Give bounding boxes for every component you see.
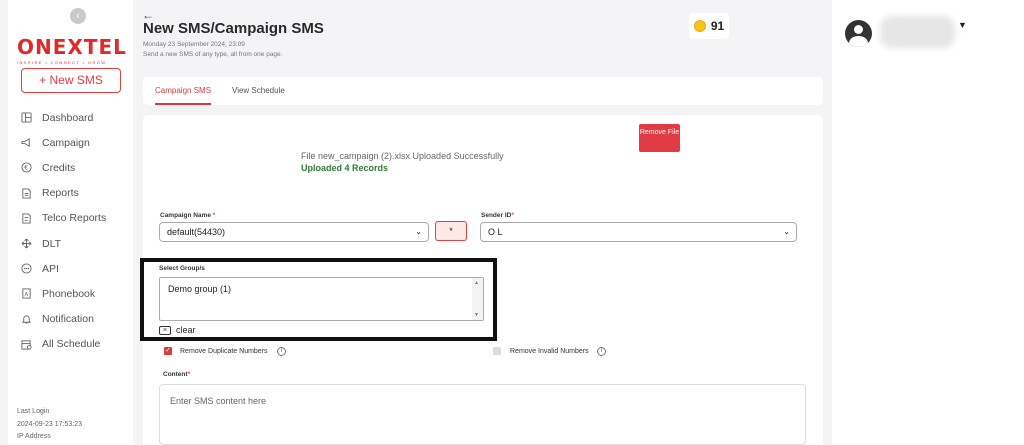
required-marker: * (187, 371, 191, 378)
collapse-sidebar-icon[interactable]: ‹ (70, 8, 86, 24)
remove-invalid-checkbox[interactable] (493, 347, 501, 355)
sidebar-item-label: Telco Reports (42, 212, 107, 225)
page-subtitle: Send a new SMS of any type, all from one… (143, 51, 283, 58)
reports-icon (20, 187, 32, 199)
megaphone-icon (20, 137, 32, 149)
svg-text:A: A (24, 292, 28, 298)
avatar-head-shape (854, 25, 863, 34)
avatar-body-shape (849, 36, 868, 47)
info-icon[interactable]: i (597, 347, 606, 356)
sidebar-item-label: Credits (42, 161, 76, 174)
sidebar-item-label: Phonebook (42, 287, 96, 300)
chevron-down-icon: ⌄ (415, 227, 422, 236)
sidebar: ‹ ONEXTEL INSPIRE • CONNECT • GROW + New… (8, 0, 133, 445)
credit-balance-badge[interactable]: 91 (689, 13, 729, 39)
sidebar-item-campaign[interactable]: Campaign (20, 130, 106, 155)
last-login-info: Last Login 2024-09-23 17:53:23 IP Addres… (17, 406, 82, 444)
sidebar-item-label: Dashboard (42, 111, 94, 124)
user-menu-chevron-icon[interactable]: ▼ (958, 20, 967, 30)
brand-name: ONEXTEL (17, 35, 127, 59)
sidebar-item-all-schedule[interactable]: All Schedule (20, 332, 106, 357)
page-date: Monday 23 September 2024, 23:09 (143, 41, 245, 48)
campaign-name-star-button[interactable]: * (435, 221, 467, 241)
sidebar-item-label: Reports (42, 187, 79, 200)
avatar[interactable] (845, 20, 872, 47)
tab-campaign-sms[interactable]: Campaign SMS (155, 77, 212, 105)
remove-file-button[interactable]: Remove File (639, 124, 680, 152)
sender-id-label-text: Sender ID (481, 212, 512, 219)
info-icon[interactable]: i (277, 347, 286, 356)
last-login-value: 2024-09-23 17:53:23 (17, 420, 82, 428)
sidebar-item-dlt[interactable]: DLT (20, 231, 106, 256)
new-sms-button[interactable]: + New SMS (21, 68, 121, 93)
tab-bar: Campaign SMS View Schedule (143, 77, 823, 105)
sidebar-item-label: All Schedule (42, 338, 101, 351)
brand-tagline: INSPIRE • CONNECT • GROW (17, 60, 107, 65)
uploaded-records-count: Uploaded 4 Records (301, 163, 389, 173)
group-list-scrollbar[interactable]: ▲ ▼ (472, 278, 483, 320)
content-label: Content* (163, 371, 190, 378)
campaign-name-label: Campaign Name * (160, 212, 215, 219)
coin-icon (693, 20, 706, 32)
campaign-name-select[interactable]: default(54430) ⌄ (159, 222, 429, 242)
phonebook-icon: A (20, 288, 32, 300)
credits-icon: € (20, 162, 32, 174)
scroll-down-icon[interactable]: ▼ (474, 312, 479, 318)
remove-duplicates-label: Remove Duplicate Numbers (180, 348, 268, 355)
chevron-down-icon: ⌄ (783, 227, 790, 236)
sidebar-item-dashboard[interactable]: Dashboard (20, 105, 106, 130)
svg-text:€: € (24, 165, 28, 172)
dlt-icon (20, 238, 32, 250)
sender-id-select[interactable]: O L ⌄ (480, 222, 797, 242)
sidebar-item-label: Campaign (42, 136, 90, 149)
sms-content-placeholder: Enter SMS content here (170, 396, 267, 406)
required-marker: * (212, 212, 216, 219)
last-login-label: Last Login (17, 408, 50, 415)
upload-success-message: File new_campaign (2).xlsx Uploaded Succ… (301, 151, 504, 161)
dashboard-icon (20, 112, 32, 124)
username-redacted (880, 16, 955, 48)
scroll-up-icon[interactable]: ▲ (474, 280, 479, 286)
calendar-icon (20, 338, 32, 350)
sidebar-item-label: DLT (42, 237, 62, 250)
sidebar-item-api[interactable]: API (20, 256, 106, 281)
telco-reports-icon (20, 212, 32, 224)
remove-duplicates-checkbox[interactable]: ✓ (164, 347, 172, 355)
campaign-name-value: default(54430) (167, 227, 226, 237)
api-icon (20, 263, 32, 275)
clear-groups-button[interactable]: × clear (159, 325, 196, 335)
required-marker: * (511, 212, 514, 219)
sender-id-label: Sender ID* (481, 212, 514, 219)
page-title: New SMS/Campaign SMS (143, 20, 324, 37)
bell-icon (20, 313, 32, 325)
sidebar-nav: Dashboard Campaign € Credits Reports Tel… (20, 105, 106, 357)
remove-invalid-label: Remove Invalid Numbers (510, 348, 589, 355)
credit-balance: 91 (710, 19, 725, 33)
select-groups-label: Select Group/s (159, 265, 205, 272)
sidebar-item-reports[interactable]: Reports (20, 181, 106, 206)
sidebar-item-label: API (42, 262, 59, 275)
sidebar-item-telco-reports[interactable]: Telco Reports (20, 206, 106, 231)
brand-logo[interactable]: ONEXTEL INSPIRE • CONNECT • GROW (17, 35, 127, 65)
sender-id-value: O L (488, 227, 503, 237)
group-multiselect[interactable]: Demo group (1) ▲ ▼ (159, 277, 484, 321)
user-panel (832, 0, 1024, 445)
ip-address-label: IP Address (17, 433, 51, 440)
tab-view-schedule[interactable]: View Schedule (232, 77, 285, 105)
campaign-name-label-text: Campaign Name (160, 212, 211, 219)
sms-content-textarea[interactable]: Enter SMS content here (159, 384, 806, 445)
sidebar-item-notification[interactable]: Notification (20, 307, 106, 332)
sidebar-item-phonebook[interactable]: A Phonebook (20, 281, 106, 306)
group-option[interactable]: Demo group (1) (168, 284, 231, 294)
clear-label: clear (176, 325, 196, 335)
sidebar-item-label: Notification (42, 313, 94, 326)
sidebar-item-credits[interactable]: € Credits (20, 155, 106, 180)
clear-icon: × (159, 325, 171, 335)
content-label-text: Content (163, 371, 188, 378)
